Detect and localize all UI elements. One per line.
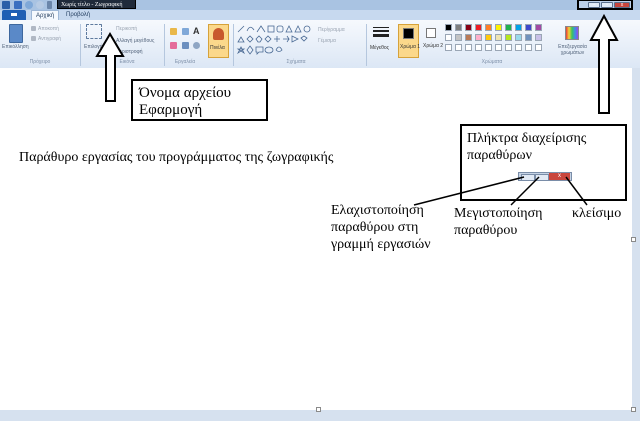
pointer-maximize (510, 176, 540, 206)
up-arrow-filename (95, 32, 125, 102)
annotation-arrows (95, 13, 619, 206)
pointer-close (565, 176, 588, 206)
up-arrow-window-buttons (589, 13, 619, 114)
pointer-minimize (413, 176, 525, 206)
